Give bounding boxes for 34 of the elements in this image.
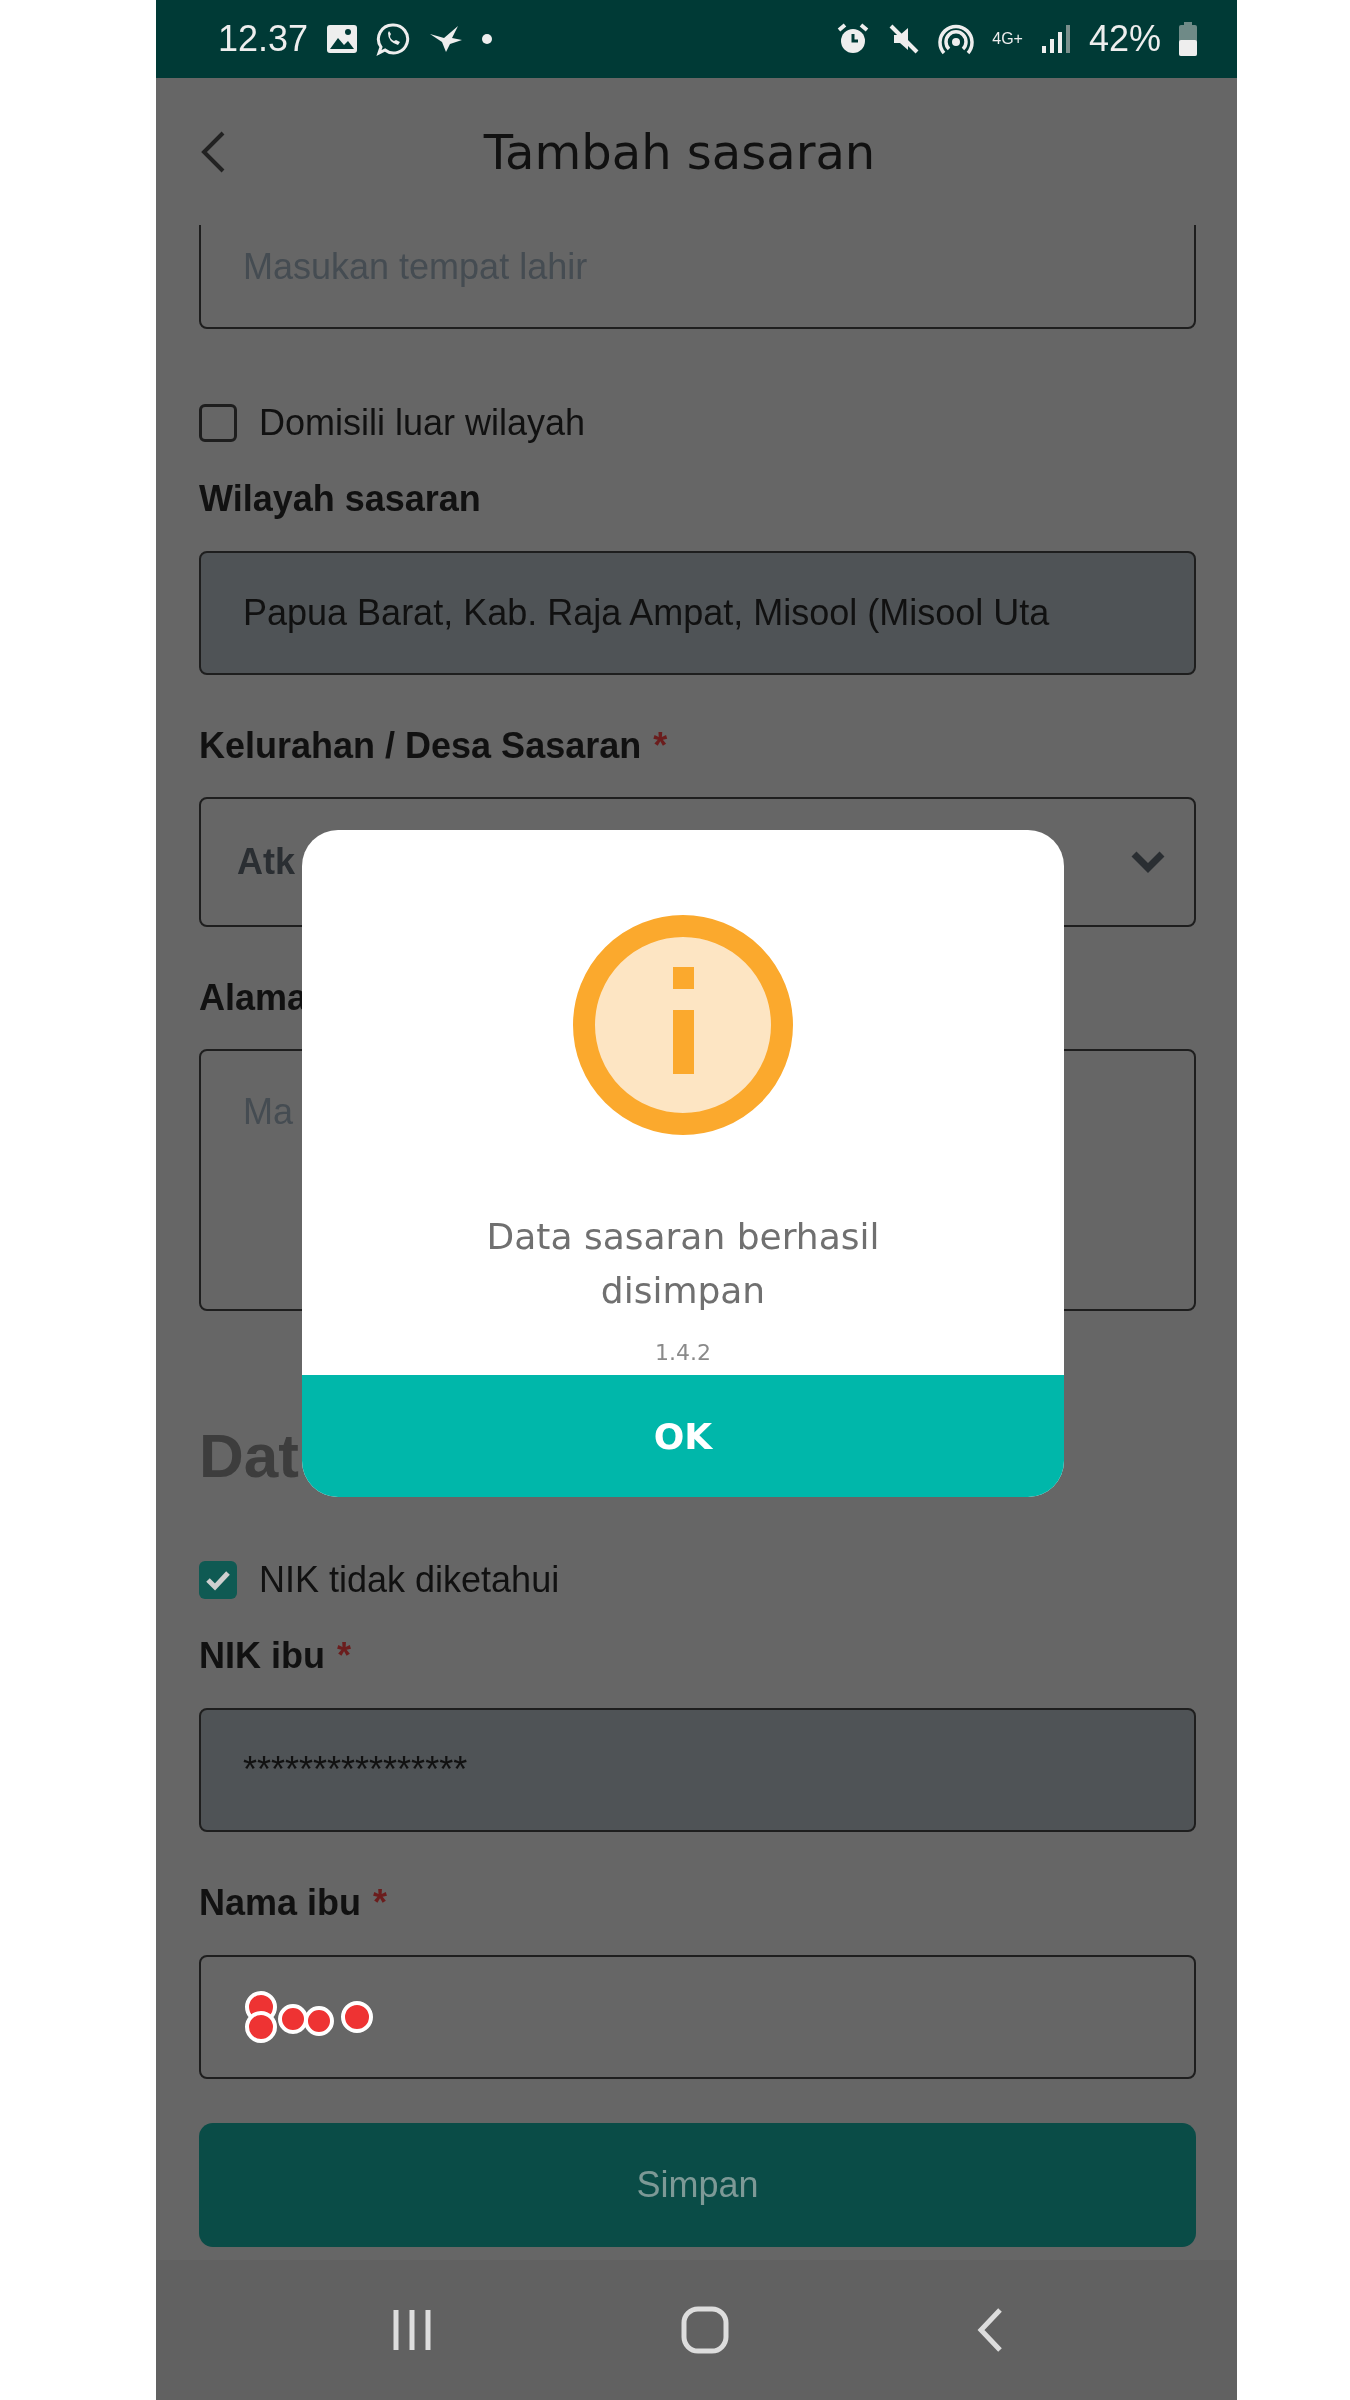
status-time: 12.37 xyxy=(218,18,309,60)
battery-level: 42% xyxy=(1088,18,1161,60)
input-field[interactable] xyxy=(199,1955,1196,2079)
mute-icon xyxy=(888,23,921,55)
chat-icon xyxy=(376,22,411,56)
checkbox-label: NIK tidak diketahui xyxy=(259,1559,560,1601)
hotspot-icon xyxy=(938,22,975,56)
field-label: Alama xyxy=(199,977,308,1019)
required-mark: * xyxy=(653,725,668,767)
field-label: Kelurahan / Desa Sasaran xyxy=(199,725,642,767)
version-text: 1.4.2 xyxy=(655,1340,711,1365)
checkbox-label: Domisili luar wilayah xyxy=(259,402,586,444)
ok-button[interactable]: OK xyxy=(302,1375,1064,1497)
network-type: 4G+ xyxy=(992,30,1023,48)
chevron-down-icon xyxy=(1130,850,1166,874)
signal-icon xyxy=(1040,24,1071,54)
required-mark: * xyxy=(337,1635,351,1677)
field-label: Nama ibu xyxy=(199,1882,362,1924)
back-icon[interactable] xyxy=(975,2307,1004,2353)
field-label: Wilayah sasaran xyxy=(199,478,481,520)
alarm-icon xyxy=(836,22,871,56)
page-title: Tambah sasaran xyxy=(482,123,877,180)
home-icon[interactable] xyxy=(680,2306,729,2354)
info-icon xyxy=(573,915,793,1135)
check-icon xyxy=(205,1569,231,1591)
checkbox[interactable] xyxy=(199,1561,237,1599)
required-mark: * xyxy=(373,1882,388,1924)
dialog-message: Data sasaran berhasil disimpan xyxy=(485,1215,881,1313)
image-icon xyxy=(326,24,359,54)
dot-icon xyxy=(482,34,493,44)
checkbox[interactable] xyxy=(199,404,237,442)
back-icon[interactable] xyxy=(200,129,226,174)
battery-icon xyxy=(1179,22,1197,56)
field-label: NIK ibu xyxy=(199,1635,325,1677)
